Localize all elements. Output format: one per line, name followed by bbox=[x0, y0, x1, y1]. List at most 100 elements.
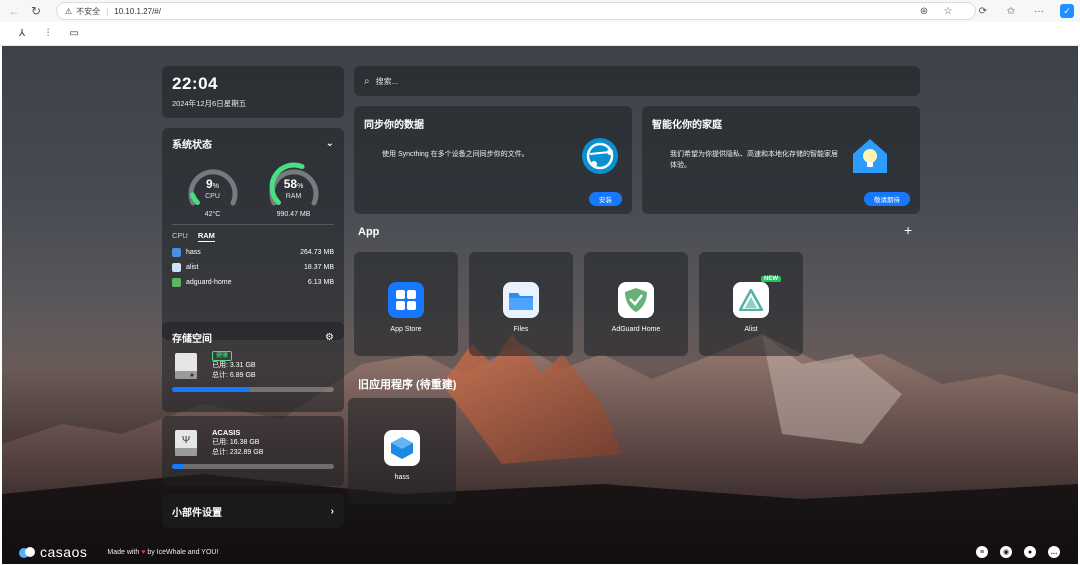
cpu-unit: % bbox=[212, 183, 219, 190]
bookmark-star-icon[interactable]: ☆ bbox=[941, 4, 955, 18]
smart-home-icon bbox=[853, 139, 887, 173]
tab-cpu[interactable]: CPU bbox=[172, 231, 188, 242]
cpu-gauge: 9% CPU 42°C bbox=[185, 159, 241, 218]
tab-ram[interactable]: RAM bbox=[197, 231, 215, 242]
process-memory: 264.73 MB bbox=[300, 249, 334, 256]
banner-text: 我们希望为你提供隐私、高速和本地化存储的智能家居体验。 bbox=[670, 151, 838, 169]
favorites-icon[interactable]: ✩ bbox=[1004, 4, 1018, 18]
new-badge: NEW bbox=[761, 276, 781, 282]
adguard-process-icon bbox=[172, 278, 181, 287]
gear-icon[interactable]: ⚙ bbox=[325, 332, 334, 343]
search-bar[interactable]: ⌕ 搜索... bbox=[354, 66, 920, 96]
usb-drive-icon: Ψ bbox=[175, 430, 197, 456]
banner-title: 同步你的数据 bbox=[364, 120, 424, 131]
legacy-section-title: 旧应用程序 (待重建) bbox=[358, 379, 457, 391]
install-button[interactable]: 安装 bbox=[589, 192, 622, 206]
health-badge: 健康 bbox=[212, 351, 233, 361]
storage-title: 存储空间 bbox=[172, 334, 212, 345]
process-row: alist 18.37 MB bbox=[172, 263, 334, 272]
translate-icon[interactable]: ⊛ bbox=[917, 4, 931, 18]
app-store-icon bbox=[388, 282, 424, 318]
search-icon: ⌕ bbox=[364, 75, 370, 87]
app-name: Files bbox=[513, 326, 529, 333]
adguard-shield-icon bbox=[618, 282, 654, 318]
app-tile-app-store[interactable]: App Store bbox=[354, 252, 458, 356]
app-tile-hass[interactable]: hass bbox=[348, 398, 456, 504]
process-memory: 18.37 MB bbox=[304, 264, 334, 271]
refresh-ext-icon[interactable]: ⟳ bbox=[976, 4, 990, 18]
made-with-label: Made with bbox=[107, 548, 140, 556]
alist-process-icon bbox=[172, 263, 181, 272]
app-name: hass bbox=[394, 474, 410, 481]
cloud-logo-icon bbox=[19, 547, 35, 558]
divider bbox=[172, 224, 334, 225]
security-label: 不安全 bbox=[76, 6, 101, 16]
usb-storage-widget: Ψ ACASIS 已用: 16.38 GB 总计: 232.89 GB bbox=[162, 416, 344, 486]
back-icon[interactable]: ← bbox=[6, 3, 22, 19]
disk-name: ACASIS bbox=[212, 428, 241, 437]
coming-soon-button[interactable]: 敬请期待 bbox=[864, 192, 910, 206]
social-links: ≡ ◉ ● … bbox=[976, 546, 1060, 558]
cpu-label: CPU bbox=[205, 193, 220, 200]
ram-gauge: 58% RAM 990.47 MB bbox=[266, 159, 322, 218]
banner-text: 使用 Syncthing 在多个设备之间同步你的文件。 bbox=[382, 151, 529, 158]
process-name: alist bbox=[186, 264, 199, 271]
ram-unit: % bbox=[297, 183, 304, 190]
casaos-dashboard: 22:04 2024年12月6日星期五 系统状态 ⌄ 9% CPU 42°C 5… bbox=[2, 46, 1078, 564]
system-status-title: 系统状态 bbox=[172, 140, 212, 151]
hass-process-icon bbox=[172, 248, 181, 257]
extension-icon[interactable]: ✓ bbox=[1060, 4, 1074, 18]
person-icon[interactable]: ⅄ bbox=[16, 28, 28, 40]
url-separator: | bbox=[106, 6, 109, 16]
ram-label: RAM bbox=[285, 193, 302, 200]
footer: casaos Made with ♥ by IceWhale and YOU! bbox=[18, 544, 218, 560]
cpu-value: 9 bbox=[206, 177, 213, 191]
github-icon[interactable]: ● bbox=[1024, 546, 1036, 558]
chevron-right-icon: › bbox=[330, 505, 334, 517]
made-by-label: by IceWhale and YOU! bbox=[147, 548, 219, 556]
app-tile-files[interactable]: Files bbox=[469, 252, 573, 356]
cpu-temp: 42°C bbox=[204, 211, 221, 218]
browser-toolbar: ⅄ ⫶ ▭ bbox=[0, 22, 1080, 46]
more-icon[interactable]: ··· bbox=[1032, 4, 1046, 18]
disk-used: 已用: 16.38 GB bbox=[212, 439, 260, 446]
app-name: Alist bbox=[744, 326, 758, 333]
storage-widget: 存储空间 ⚙ 健康 已用: 3.31 GB 总计: 6.89 GB bbox=[162, 322, 344, 412]
disk-usage-bar bbox=[172, 387, 334, 392]
smart-home-banner: 智能化你的家庭 我们希望为你提供隐私、高速和本地化存储的智能家居体验。 敬请期待 bbox=[642, 106, 920, 214]
app-tile-alist[interactable]: NEW Alist bbox=[699, 252, 803, 356]
window-icon[interactable]: ▭ bbox=[68, 28, 80, 40]
syncthing-icon bbox=[582, 138, 618, 174]
process-name: hass bbox=[186, 249, 201, 256]
app-tile-adguard[interactable]: AdGuard Home bbox=[584, 252, 688, 356]
app-name: App Store bbox=[390, 326, 422, 333]
disk-total: 总计: 6.89 GB bbox=[212, 372, 256, 379]
process-row: adguard-home 6.13 MB bbox=[172, 278, 334, 287]
widget-settings-button[interactable]: 小部件设置 › bbox=[162, 494, 344, 528]
discord-icon[interactable]: ◉ bbox=[1000, 546, 1012, 558]
clock-time: 22:04 bbox=[172, 74, 218, 93]
url-field[interactable]: ⚠ 不安全 | 10.10.1.27/#/ ⊛ ☆ bbox=[56, 2, 976, 20]
sliders-icon[interactable]: ⫶ bbox=[42, 28, 54, 40]
widget-settings-label: 小部件设置 bbox=[172, 507, 222, 519]
hass-cube-icon bbox=[384, 430, 420, 466]
process-row: hass 264.73 MB bbox=[172, 248, 334, 257]
message-icon[interactable]: … bbox=[1048, 546, 1060, 558]
syncthing-banner: 同步你的数据 使用 Syncthing 在多个设备之间同步你的文件。 安装 bbox=[354, 106, 632, 214]
banner-title: 智能化你的家庭 bbox=[652, 120, 722, 131]
process-memory: 6.13 MB bbox=[307, 279, 334, 286]
chevron-down-icon[interactable]: ⌄ bbox=[326, 138, 334, 149]
disk-used: 已用: 3.31 GB bbox=[212, 362, 256, 369]
made-with-text: Made with ♥ by IceWhale and YOU! bbox=[107, 549, 218, 556]
hard-drive-icon bbox=[175, 353, 197, 379]
apps-section-title: App bbox=[358, 226, 380, 238]
system-status-widget: 系统状态 ⌄ 9% CPU 42°C 58% RAM 990.47 MB CPU… bbox=[162, 128, 344, 340]
heart-icon: ♥ bbox=[141, 548, 146, 556]
casaos-logo[interactable]: casaos bbox=[18, 544, 87, 560]
add-app-icon[interactable]: + bbox=[904, 222, 912, 238]
chat-icon[interactable]: ≡ bbox=[976, 546, 988, 558]
app-name: AdGuard Home bbox=[611, 326, 661, 333]
process-name: adguard-home bbox=[186, 279, 232, 286]
reload-icon[interactable]: ↻ bbox=[28, 3, 44, 19]
clock-date: 2024年12月6日星期五 bbox=[172, 99, 247, 108]
